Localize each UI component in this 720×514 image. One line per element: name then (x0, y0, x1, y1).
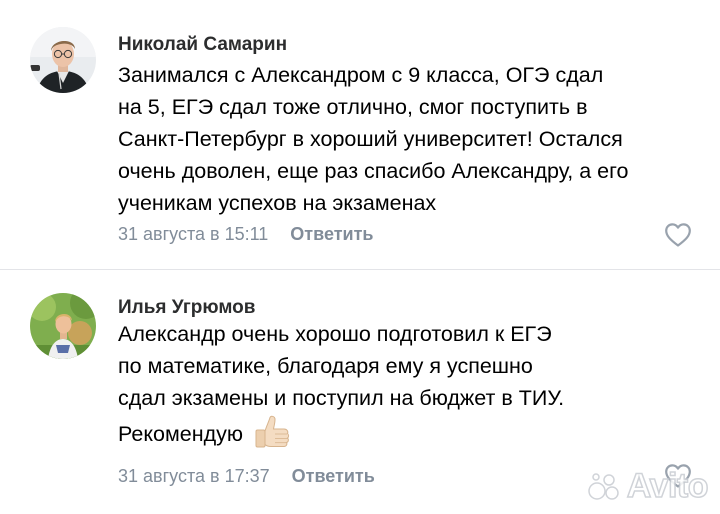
thumbs-up-emoji (251, 415, 293, 453)
avito-logo-icon (588, 472, 619, 500)
reply-button[interactable]: Ответить (292, 466, 375, 487)
watermark-text: Avito (626, 466, 709, 506)
comment-meta: 31 августа в 17:37 Ответить (118, 466, 375, 487)
comment-text-line: Рекомендую (118, 422, 243, 446)
avatar-photo (30, 27, 96, 93)
comment-text-line: сдал экзамены и поступил на бюджет в ТИУ… (118, 386, 565, 410)
comment-text-line: на 5, ЕГЭ сдал тоже отлично, смог поступ… (118, 95, 588, 119)
comment-text-line-with-emoji: Рекомендую (118, 415, 698, 453)
avatar[interactable] (30, 293, 96, 359)
comment-meta: 31 августа в 15:11 Ответить (118, 224, 373, 245)
author-name[interactable]: Илья Угрюмов (118, 297, 255, 319)
comment-text-line: Санкт-Петербург в хороший университет! О… (118, 127, 623, 151)
author-name[interactable]: Николай Самарин (118, 34, 287, 56)
comment-text: Александр очень хорошо подготовил к ЕГЭ … (118, 318, 698, 453)
comment-text-line: ученикам успехов на экзаменах (118, 191, 437, 215)
comment: Николай Самарин Занимался с Александром … (0, 0, 720, 270)
like-button[interactable] (664, 222, 692, 248)
comment-divider (0, 269, 720, 270)
comment-date: 31 августа в 15:11 (118, 224, 269, 244)
comment-text-line: по математике, благодаря ему я успешно (118, 354, 533, 378)
avatar[interactable] (30, 27, 96, 93)
avatar-photo (30, 293, 96, 359)
heart-outline-icon (665, 223, 691, 247)
comment-text: Занимался с Александром с 9 класса, ОГЭ … (118, 59, 698, 219)
comment-text-line: очень доволен, еще раз спасибо Александр… (118, 159, 629, 183)
reply-button[interactable]: Ответить (290, 224, 373, 245)
comment-text-line: Александр очень хорошо подготовил к ЕГЭ (118, 322, 552, 346)
comment-text-line: Занимался с Александром с 9 класса, ОГЭ … (118, 63, 604, 87)
comment-date: 31 августа в 17:37 (118, 466, 270, 486)
avito-watermark: Avito (587, 466, 709, 506)
